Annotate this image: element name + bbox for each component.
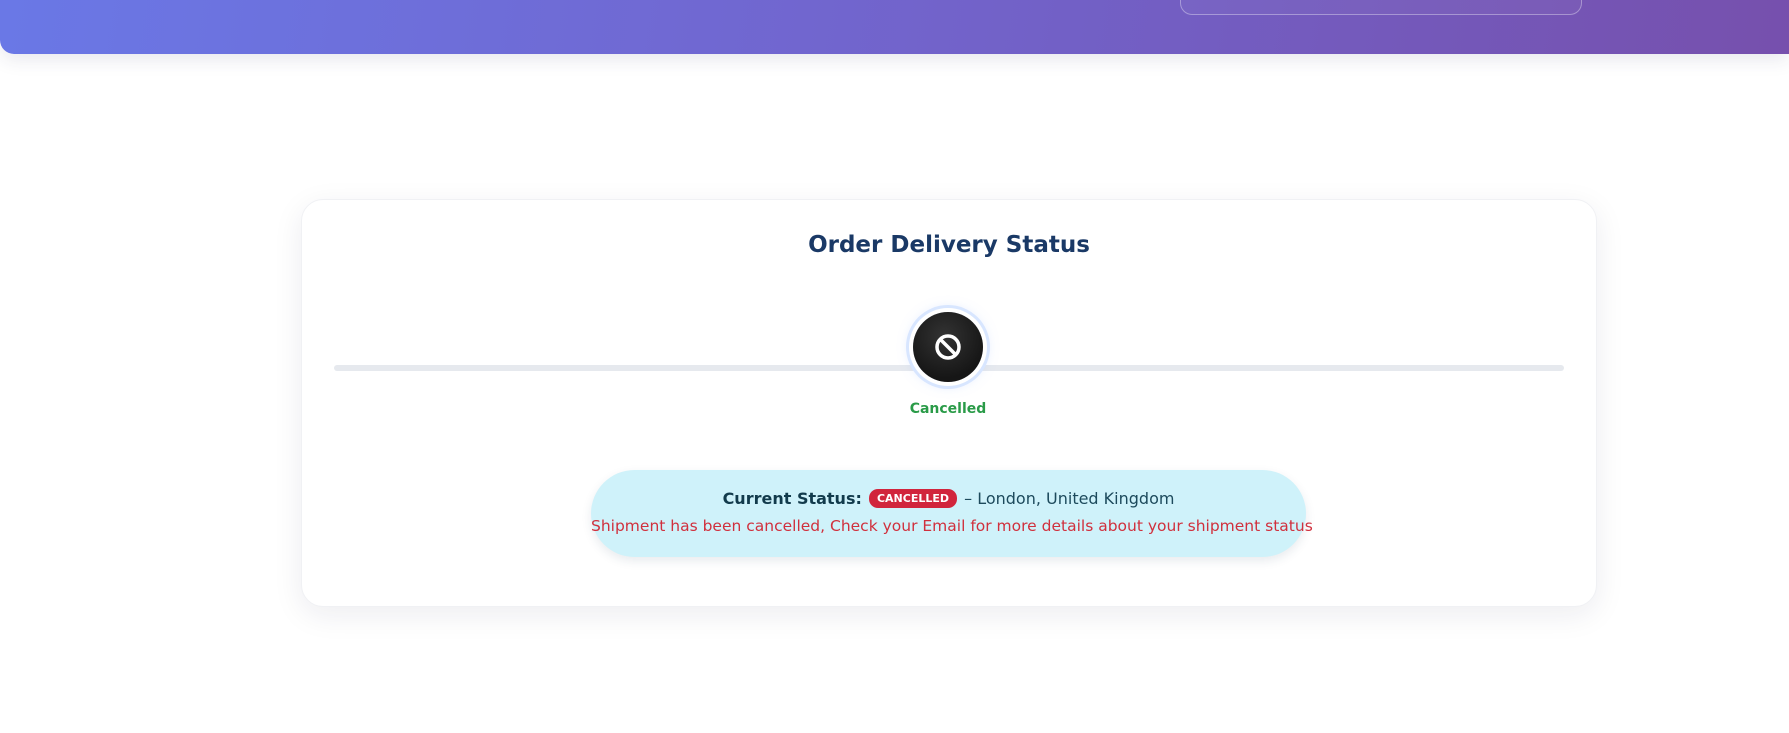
cancelled-step-node [913,312,983,382]
status-line: Current Status: CANCELLED – London, Unit… [591,489,1306,508]
current-status-box: Current Status: CANCELLED – London, Unit… [591,470,1313,557]
status-message: Shipment has been cancelled, Check your … [591,517,1313,535]
status-prefix: Current Status: [722,489,862,508]
order-status-card: Order Delivery Status Cancelled Current … [301,199,1597,607]
top-header-banner [0,0,1789,54]
step-label: Cancelled [909,401,987,417]
status-location: – London, United Kingdom [964,489,1175,508]
card-title: Order Delivery Status [808,232,1090,258]
ban-icon [935,334,961,360]
header-search-field[interactable] [1180,0,1582,15]
status-badge: CANCELLED [868,489,958,508]
